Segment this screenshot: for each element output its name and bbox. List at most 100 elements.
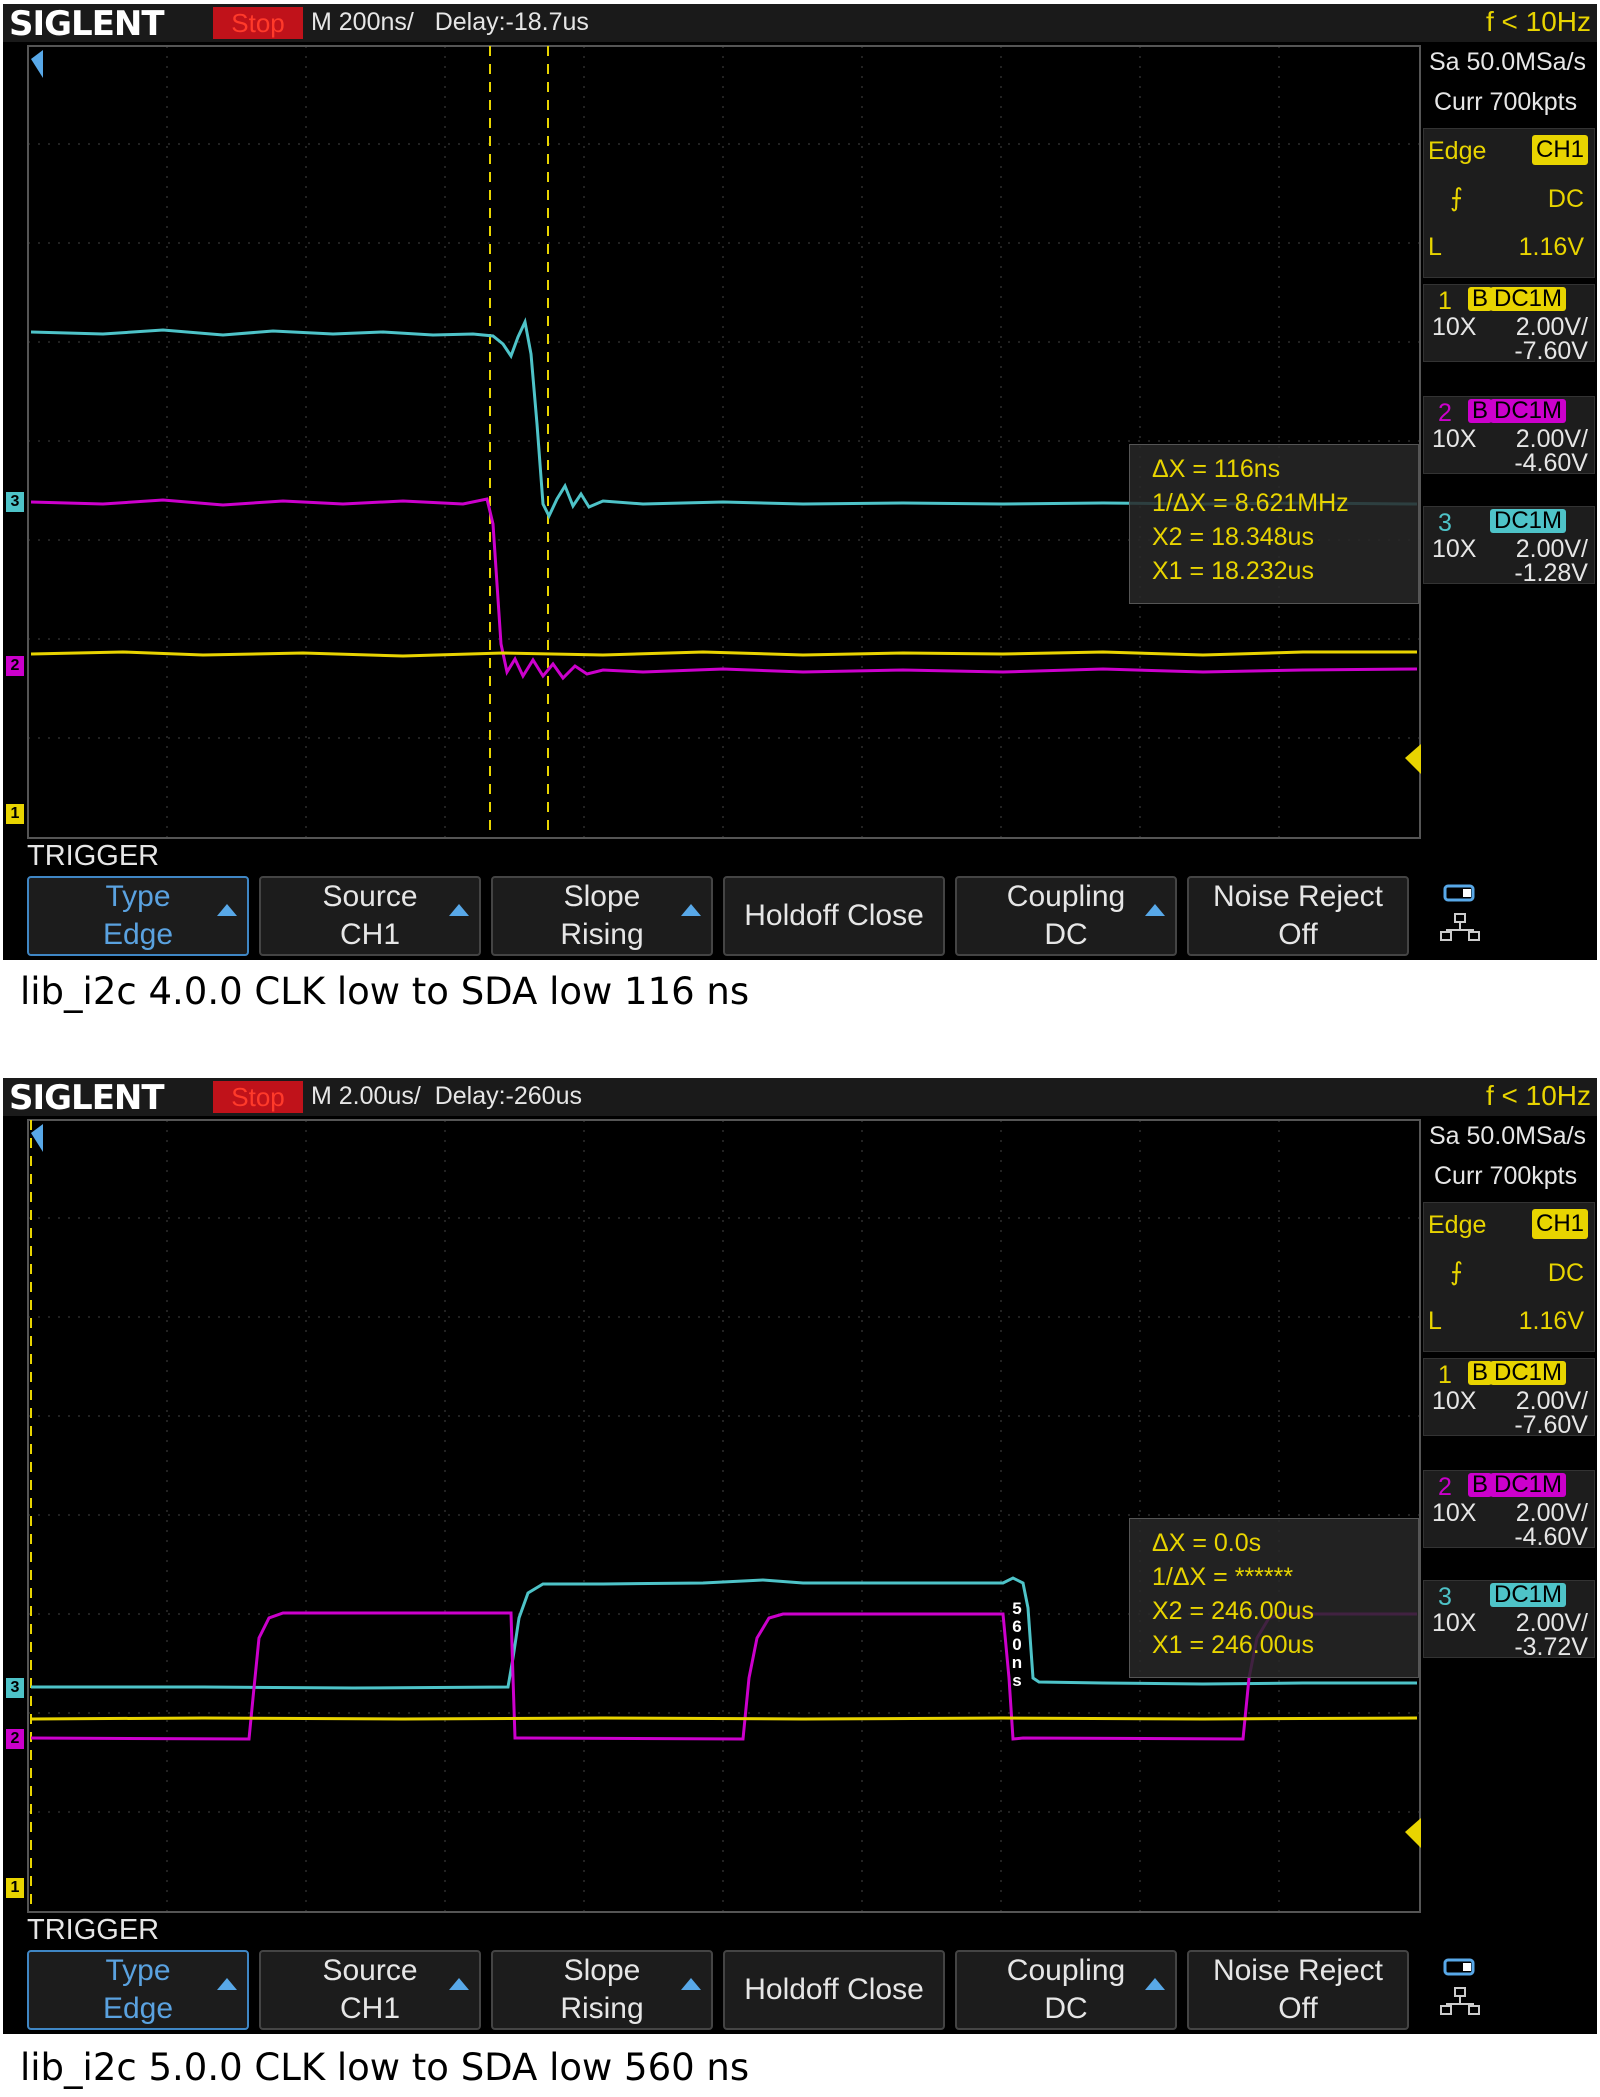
coupling-badge: DC1M — [1490, 399, 1567, 423]
softkey-coupling[interactable]: Coupling DC — [955, 1950, 1177, 2030]
svg-text:n: n — [1012, 1653, 1022, 1672]
up-arrow-icon — [1145, 1978, 1165, 1990]
channel-offset: -3.72V — [1514, 1633, 1588, 1661]
trigger-settings-box[interactable]: Edge CH1 ⨍ DC L 1.16V — [1423, 128, 1595, 278]
ch1-waveform — [30, 1716, 1418, 1721]
svg-text:6: 6 — [1012, 1617, 1021, 1636]
probe-ratio: 10X — [1432, 1387, 1477, 1415]
trigger-level-marker — [1405, 744, 1421, 774]
up-arrow-icon — [449, 1978, 469, 1990]
delta-x-value: ΔX = 116ns — [1152, 455, 1281, 483]
rising-edge-icon: ⨍ — [1450, 184, 1464, 212]
menu-title: TRIGGER — [27, 1914, 160, 1946]
up-arrow-icon — [1145, 904, 1165, 916]
probe-ratio: 10X — [1432, 535, 1477, 563]
trigger-level-marker — [1405, 1818, 1421, 1848]
channel-1-box[interactable]: 1 B DC1M 10X 2.00V/ -7.60V — [1423, 284, 1595, 365]
trigger-source-badge: CH1 — [1531, 1209, 1588, 1239]
sample-rate: Sa 50.0MSa/s — [1429, 48, 1587, 76]
up-arrow-icon — [681, 904, 701, 916]
trigger-coupling: DC — [1547, 1259, 1584, 1287]
graticule — [28, 46, 1420, 838]
ch3-ground-marker[interactable]: 3 — [6, 492, 24, 512]
delay-annotation: 5 6 0 n s — [1012, 1599, 1022, 1690]
memory-depth: Curr 700kpts — [1434, 88, 1578, 116]
softkey-noise-reject[interactable]: Noise Reject Off — [1187, 876, 1409, 956]
trigger-settings-box[interactable]: Edge CH1 ⨍ DC L 1.16V — [1423, 1202, 1595, 1352]
channel-offset: -7.60V — [1514, 337, 1588, 365]
scope-screen-2: SIGLENT Stop M 2.00us/ Delay:-260us f < … — [3, 1078, 1597, 2034]
up-arrow-icon — [449, 904, 469, 916]
coupling-badge: DC1M — [1490, 1361, 1567, 1385]
network-icon — [1440, 884, 1480, 941]
x1-value: X1 = 246.00us — [1152, 1631, 1314, 1659]
trigger-position-marker — [31, 1124, 43, 1152]
trigger-source-badge: CH1 — [1531, 135, 1588, 165]
softkey-noise-reject[interactable]: Noise Reject Off — [1187, 1950, 1409, 2030]
x2-value: X2 = 18.348us — [1152, 523, 1314, 551]
trigger-level-label: L — [1428, 1307, 1442, 1335]
x2-value: X2 = 246.00us — [1152, 1597, 1314, 1625]
channel-2-box[interactable]: 2 B DC1M 10X 2.00V/ -4.60V — [1423, 396, 1595, 477]
softkey-slope[interactable]: Slope Rising — [491, 876, 713, 956]
svg-text:s: s — [1012, 1671, 1021, 1690]
rising-edge-icon: ⨍ — [1450, 1258, 1464, 1286]
channel-offset: -4.60V — [1514, 1523, 1588, 1551]
inverse-delta-x-value: 1/ΔX = ****** — [1152, 1563, 1294, 1591]
probe-ratio: 10X — [1432, 1499, 1477, 1527]
coupling-badge: DC1M — [1490, 1583, 1567, 1607]
softkey-source[interactable]: Source CH1 — [259, 876, 481, 956]
channel-number: 1 — [1438, 287, 1452, 315]
ch2-ground-marker[interactable]: 2 — [6, 656, 24, 676]
channel-offset: -4.60V — [1514, 449, 1588, 477]
trigger-level: 1.16V — [1518, 1307, 1584, 1335]
ch1-ground-marker[interactable]: 1 — [6, 1878, 24, 1898]
softkey-slope[interactable]: Slope Rising — [491, 1950, 713, 2030]
trigger-position-marker — [31, 50, 43, 78]
delta-x-value: ΔX = 0.0s — [1152, 1529, 1262, 1557]
up-arrow-icon — [217, 904, 237, 916]
caption-1: lib_i2c 4.0.0 CLK low to SDA low 116 ns — [20, 970, 750, 1013]
softkey-bar: Type Edge Source CH1 Slope Rising Holdoff C… — [27, 876, 1597, 960]
ch3-ground-marker[interactable]: 3 — [6, 1678, 24, 1698]
softkey-type[interactable]: Type Edge — [27, 1950, 249, 2030]
softkey-holdoff[interactable]: Holdoff Close — [723, 876, 945, 956]
coupling-badge: DC1M — [1490, 1473, 1567, 1497]
up-arrow-icon — [681, 1978, 701, 1990]
channel-3-box[interactable]: 3 DC1M 10X 2.00V/ -3.72V — [1423, 1580, 1595, 1661]
channel-number: 1 — [1438, 1361, 1452, 1389]
softkey-coupling[interactable]: Coupling DC — [955, 876, 1177, 956]
channel-1-box[interactable]: 1 B DC1M 10X 2.00V/ -7.60V — [1423, 1358, 1595, 1439]
inverse-delta-x-value: 1/ΔX = 8.621MHz — [1152, 489, 1349, 517]
channel-number: 3 — [1438, 509, 1452, 537]
coupling-badge: DC1M — [1490, 509, 1567, 533]
up-arrow-icon — [217, 1978, 237, 1990]
bandwidth-limit-badge: B — [1468, 287, 1493, 311]
channel-2-box[interactable]: 2 B DC1M 10X 2.00V/ -4.60V — [1423, 1470, 1595, 1551]
softkey-source[interactable]: Source CH1 — [259, 1950, 481, 2030]
channel-offset: -7.60V — [1514, 1411, 1588, 1439]
trigger-level-label: L — [1428, 233, 1442, 261]
cursor-measurement-box: ΔX = 116ns 1/ΔX = 8.621MHz X2 = 18.348us… — [1129, 444, 1419, 604]
channel-3-box[interactable]: 3 DC1M 10X 2.00V/ -1.28V — [1423, 506, 1595, 587]
cursor-measurement-box: ΔX = 0.0s 1/ΔX = ****** X2 = 246.00us X1… — [1129, 1518, 1419, 1678]
scope-screen-1: SIGLENT Stop M 200ns/ Delay:-18.7us f < … — [3, 4, 1597, 960]
bandwidth-limit-badge: B — [1468, 1473, 1493, 1497]
trigger-level: 1.16V — [1518, 233, 1584, 261]
probe-ratio: 10X — [1432, 313, 1477, 341]
svg-text:5: 5 — [1012, 1599, 1021, 1618]
bandwidth-limit-badge: B — [1468, 399, 1493, 423]
softkey-type[interactable]: Type Edge — [27, 876, 249, 956]
channel-number: 3 — [1438, 1583, 1452, 1611]
caption-2: lib_i2c 5.0.0 CLK low to SDA low 560 ns — [20, 2046, 750, 2089]
x1-value: X1 = 18.232us — [1152, 557, 1314, 585]
menu-title: TRIGGER — [27, 840, 160, 872]
network-icon — [1440, 1958, 1480, 2015]
softkey-holdoff[interactable]: Holdoff Close — [723, 1950, 945, 2030]
channel-number: 2 — [1438, 399, 1452, 427]
ch2-ground-marker[interactable]: 2 — [6, 1729, 24, 1749]
trigger-coupling: DC — [1547, 185, 1584, 213]
sample-rate: Sa 50.0MSa/s — [1429, 1122, 1587, 1150]
trigger-type: Edge — [1428, 1211, 1487, 1239]
ch1-ground-marker[interactable]: 1 — [6, 804, 24, 824]
